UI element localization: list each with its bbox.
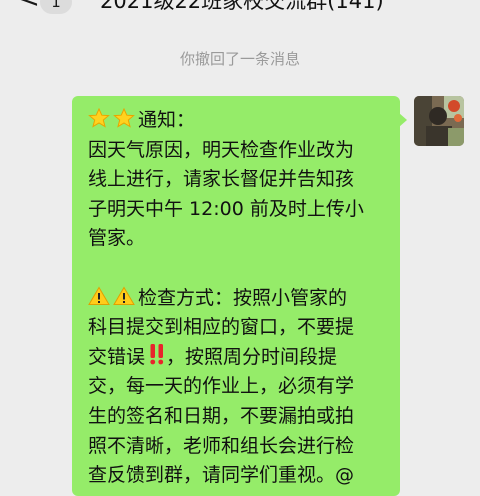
- message-line: 因天气原因，明天检查作业改为: [88, 138, 355, 161]
- double-exclamation-icon: [148, 343, 166, 375]
- unread-badge[interactable]: 1: [40, 0, 72, 14]
- message-line: 交错误 ，按照周分时间段提: [88, 343, 390, 373]
- chat-title: 2021级22班家校交流群(141): [100, 0, 384, 13]
- star-icon: [88, 107, 110, 138]
- check-method-text: 检查方式：按照小管家的: [138, 286, 348, 309]
- chat-header: < 1 2021级22班家校交流群(141) ···: [0, 0, 480, 20]
- message-segment: 交错误: [88, 345, 146, 368]
- back-icon[interactable]: <: [18, 0, 40, 12]
- recall-notice: 你撤回了一条消息: [179, 50, 300, 68]
- message-line: 线上进行，请家长督促并告知孩: [88, 168, 355, 191]
- message-line: 生的签名和日期，不要漏拍或拍: [88, 404, 355, 427]
- message-line: 照不清晰，老师和组长会进行检: [88, 434, 355, 457]
- star-icon: [113, 107, 135, 138]
- warning-icon: [88, 286, 110, 316]
- avatar[interactable]: [414, 96, 464, 146]
- message-line: 科目提交到相应的窗口，不要提: [88, 316, 355, 339]
- bubble-tail: [399, 113, 407, 127]
- notice-heading: 通知：: [138, 109, 196, 131]
- message-line: 通知：: [88, 106, 390, 136]
- message-bubble[interactable]: 通知： 因天气原因，明天检查作业改为 线上进行，请家长督促并告知孩 子明天中午 …: [72, 96, 400, 496]
- warning-icon: [113, 286, 135, 316]
- message-line: 检查方式：按照小管家的: [88, 284, 390, 314]
- avatar-image: [414, 96, 464, 146]
- message-segment: ，按照周分时间段提: [166, 345, 338, 368]
- message-line: 查反馈到群，请同学们重视。@: [88, 464, 355, 487]
- message-line: 交，每一天的作业上，必须有学: [88, 375, 355, 398]
- message-line: 子明天中午 12:00 前及时上传小: [88, 197, 364, 220]
- more-icon[interactable]: ···: [432, 0, 462, 11]
- message-line: 管家。: [88, 227, 146, 250]
